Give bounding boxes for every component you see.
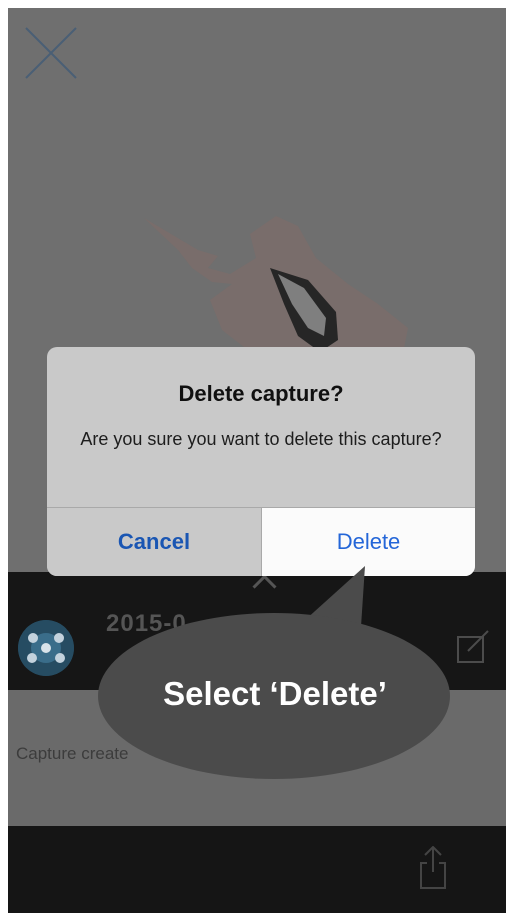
avatar[interactable] (18, 620, 74, 676)
dialog-message: Are you sure you want to delete this cap… (80, 429, 442, 449)
share-button[interactable] (418, 845, 448, 890)
instruction-callout (98, 566, 450, 779)
delete-confirmation-dialog: Delete capture? Are you sure you want to… (47, 347, 475, 576)
close-icon (25, 27, 77, 79)
app-screen: 2015-0 Capture create Delete capture? Ar… (8, 8, 506, 913)
callout-text: Select ‘Delete’ (163, 675, 387, 712)
bottom-toolbar (8, 826, 506, 913)
close-button[interactable] (24, 26, 78, 80)
avatar-icon (18, 620, 74, 676)
share-icon (420, 845, 446, 889)
dialog-title: Delete capture? (178, 381, 344, 406)
